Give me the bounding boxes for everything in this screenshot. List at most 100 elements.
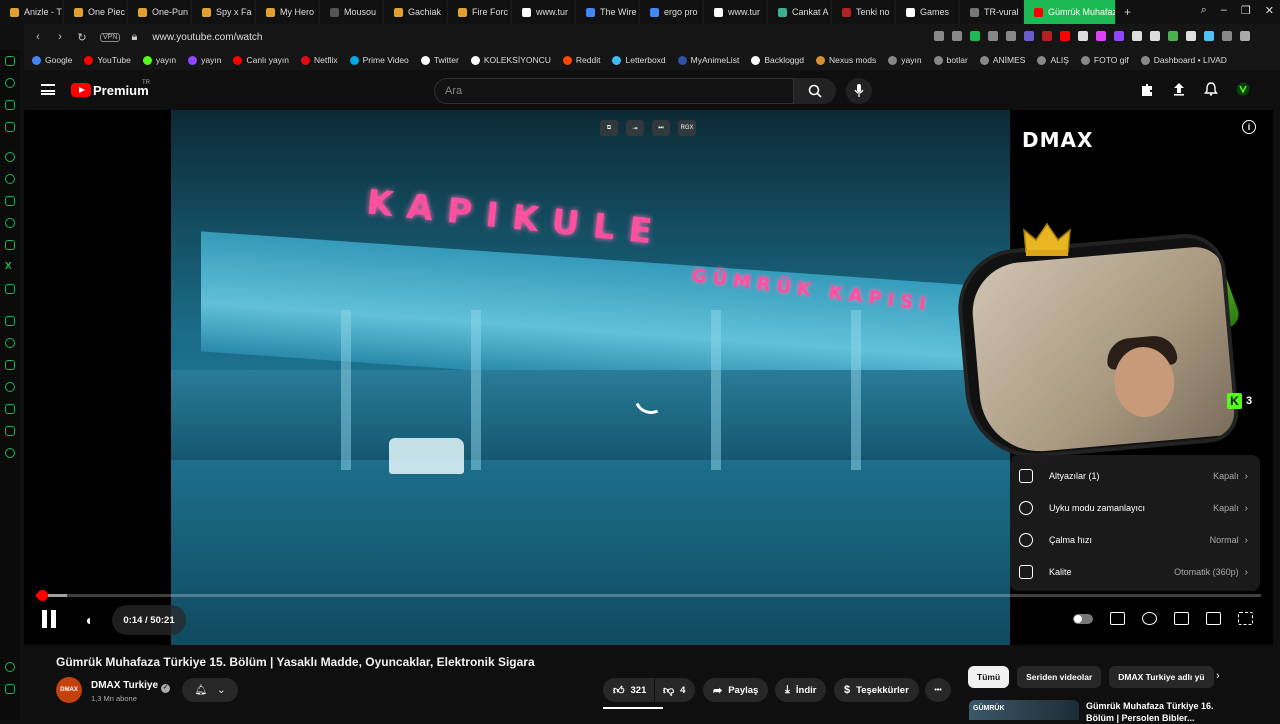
bookmark-item[interactable]: Twitter: [420, 55, 459, 65]
tab[interactable]: Anizle - T: [0, 0, 64, 24]
instagram-icon[interactable]: [5, 240, 15, 250]
progress-scrubber[interactable]: [36, 590, 48, 601]
bookmark-item[interactable]: Nexus mods: [816, 55, 876, 65]
extension-icon[interactable]: [952, 31, 962, 41]
picture-in-picture-icon[interactable]: ⧉: [600, 120, 618, 136]
like-button[interactable]: 👍︎ 321: [603, 678, 655, 702]
back-icon[interactable]: ‹: [30, 31, 46, 43]
sidebar-app-icon[interactable]: [5, 684, 15, 694]
chip-series[interactable]: Seriden videolar: [1017, 666, 1102, 688]
chevron-right-icon[interactable]: ›: [1216, 670, 1220, 682]
tab[interactable]: Games: [896, 0, 960, 24]
settings-row[interactable]: Uyku modu zamanlayıcı Kapalı ›: [1010, 492, 1260, 524]
channel-avatar[interactable]: DMAX: [56, 677, 82, 703]
clock-icon[interactable]: [5, 382, 15, 392]
extension-icon[interactable]: [1222, 31, 1232, 41]
extension-icon[interactable]: [1140, 82, 1154, 96]
puzzle-icon[interactable]: [1240, 31, 1250, 41]
tab[interactable]: One-Pun: [128, 0, 192, 24]
forward-icon[interactable]: ›: [52, 31, 68, 43]
autoplay-toggle[interactable]: [1073, 613, 1093, 624]
chip-all[interactable]: Tümü: [968, 666, 1010, 688]
sidebar-app-icon[interactable]: [5, 662, 15, 672]
subscribed-button[interactable]: 🔔︎ ⌄: [182, 678, 238, 702]
extension-icon[interactable]: [1186, 31, 1196, 41]
bookmark-item[interactable]: ANİMES: [979, 55, 1025, 65]
enter-icon[interactable]: ⇥: [626, 120, 644, 136]
extension-icon[interactable]: [1096, 31, 1106, 41]
extension-icon[interactable]: [1168, 31, 1178, 41]
menu-icon[interactable]: [41, 84, 55, 95]
sidebar-app-icon[interactable]: [5, 174, 15, 184]
share-button[interactable]: ➦ Paylaş: [703, 678, 769, 702]
settings-icon[interactable]: [5, 448, 15, 458]
download-button[interactable]: ⤓ İndir: [775, 678, 827, 702]
reload-icon[interactable]: ↻: [74, 31, 90, 44]
extension-icon[interactable]: [1204, 31, 1214, 41]
download-icon[interactable]: [5, 404, 15, 414]
avatar[interactable]: [1236, 82, 1250, 96]
settings-row[interactable]: Kalite Otomatik (360p) ›: [1010, 556, 1260, 588]
chip-channel[interactable]: DMAX Turkiye adlı yü: [1109, 666, 1214, 688]
rgx-button[interactable]: RGX: [678, 120, 696, 136]
extension-icon[interactable]: [988, 31, 998, 41]
maximize-icon[interactable]: ❐: [1241, 4, 1251, 17]
twitch-icon[interactable]: [5, 196, 15, 206]
sidebar-app-icon[interactable]: [5, 426, 15, 436]
search-input[interactable]: Ara: [434, 78, 794, 104]
bookmark-item[interactable]: Netflix: [301, 55, 338, 65]
minimize-icon[interactable]: –: [1221, 4, 1227, 17]
recommendation-thumbnail[interactable]: GÜMRÜK: [969, 700, 1079, 720]
bookmark-item[interactable]: yayın: [888, 55, 922, 65]
upload-icon[interactable]: [1172, 82, 1186, 96]
bookmark-item[interactable]: MyAnimeList: [677, 55, 739, 65]
extension-icon[interactable]: [970, 31, 980, 41]
pause-button[interactable]: [40, 610, 58, 628]
recommendation-title[interactable]: Gümrük Muhafaza Türkiye 16. Bölüm | Pers…: [1086, 700, 1236, 724]
whatsapp-icon[interactable]: [5, 218, 15, 228]
tab[interactable]: One Piec: [64, 0, 128, 24]
extension-icon[interactable]: [1150, 31, 1160, 41]
subtitles-icon[interactable]: [1110, 612, 1125, 625]
extension-icon[interactable]: [1078, 31, 1088, 41]
sidebar-app-icon[interactable]: [5, 316, 15, 326]
bookmark-item[interactable]: Prime Video: [349, 55, 409, 65]
close-icon[interactable]: ✕: [1265, 4, 1274, 17]
search-button[interactable]: [794, 78, 836, 104]
discord-icon[interactable]: [5, 284, 15, 294]
fullscreen-icon[interactable]: [1238, 612, 1253, 625]
bookmark-item[interactable]: yayın: [188, 55, 221, 65]
bookmark-item[interactable]: Backloggd: [751, 55, 804, 65]
tab[interactable]: Fire Forc: [448, 0, 512, 24]
extension-icon[interactable]: [1042, 31, 1052, 41]
dislike-button[interactable]: 👎︎ 4: [655, 678, 696, 702]
extension-icon[interactable]: [1132, 31, 1142, 41]
skip-icon[interactable]: ⏭: [652, 120, 670, 136]
heart-icon[interactable]: [5, 338, 15, 348]
sidebar-app-icon[interactable]: [5, 360, 15, 370]
settings-row[interactable]: Altyazılar (1) Kapalı ›: [1010, 460, 1260, 492]
sidebar-app-icon[interactable]: [5, 100, 15, 110]
video-frame[interactable]: KAPIKULE GÜMRÜK KAPISI: [171, 110, 1010, 645]
tab[interactable]: www.tur: [704, 0, 768, 24]
new-tab-icon[interactable]: +: [1124, 5, 1131, 19]
bookmark-item[interactable]: Google: [32, 55, 72, 65]
tab[interactable]: ergo pro: [640, 0, 704, 24]
thanks-button[interactable]: $ Teşekkürler: [834, 678, 919, 702]
extension-icon[interactable]: [1024, 31, 1034, 41]
tab[interactable]: The Wire: [576, 0, 640, 24]
tab[interactable]: Mousou: [320, 0, 384, 24]
voice-search-button[interactable]: [846, 78, 872, 104]
bookmark-item[interactable]: botlar: [933, 55, 968, 65]
extension-icon[interactable]: [1060, 31, 1070, 41]
youtube-premium-logo[interactable]: Premium: [93, 83, 149, 98]
extension-icon[interactable]: [1114, 31, 1124, 41]
url-field[interactable]: www.youtube.com/watch: [152, 32, 262, 43]
bookmark-item[interactable]: yayın: [142, 55, 176, 65]
lock-icon[interactable]: 🔒︎: [126, 31, 142, 44]
tab[interactable]: Cankat A: [768, 0, 832, 24]
volume-icon[interactable]: ◖: [84, 612, 92, 628]
tab-active[interactable]: Gümrük Muhafaza: [1024, 0, 1116, 24]
bookmark-item[interactable]: Dashboard • LIVAD: [1140, 55, 1227, 65]
tab[interactable]: TR-vural: [960, 0, 1024, 24]
